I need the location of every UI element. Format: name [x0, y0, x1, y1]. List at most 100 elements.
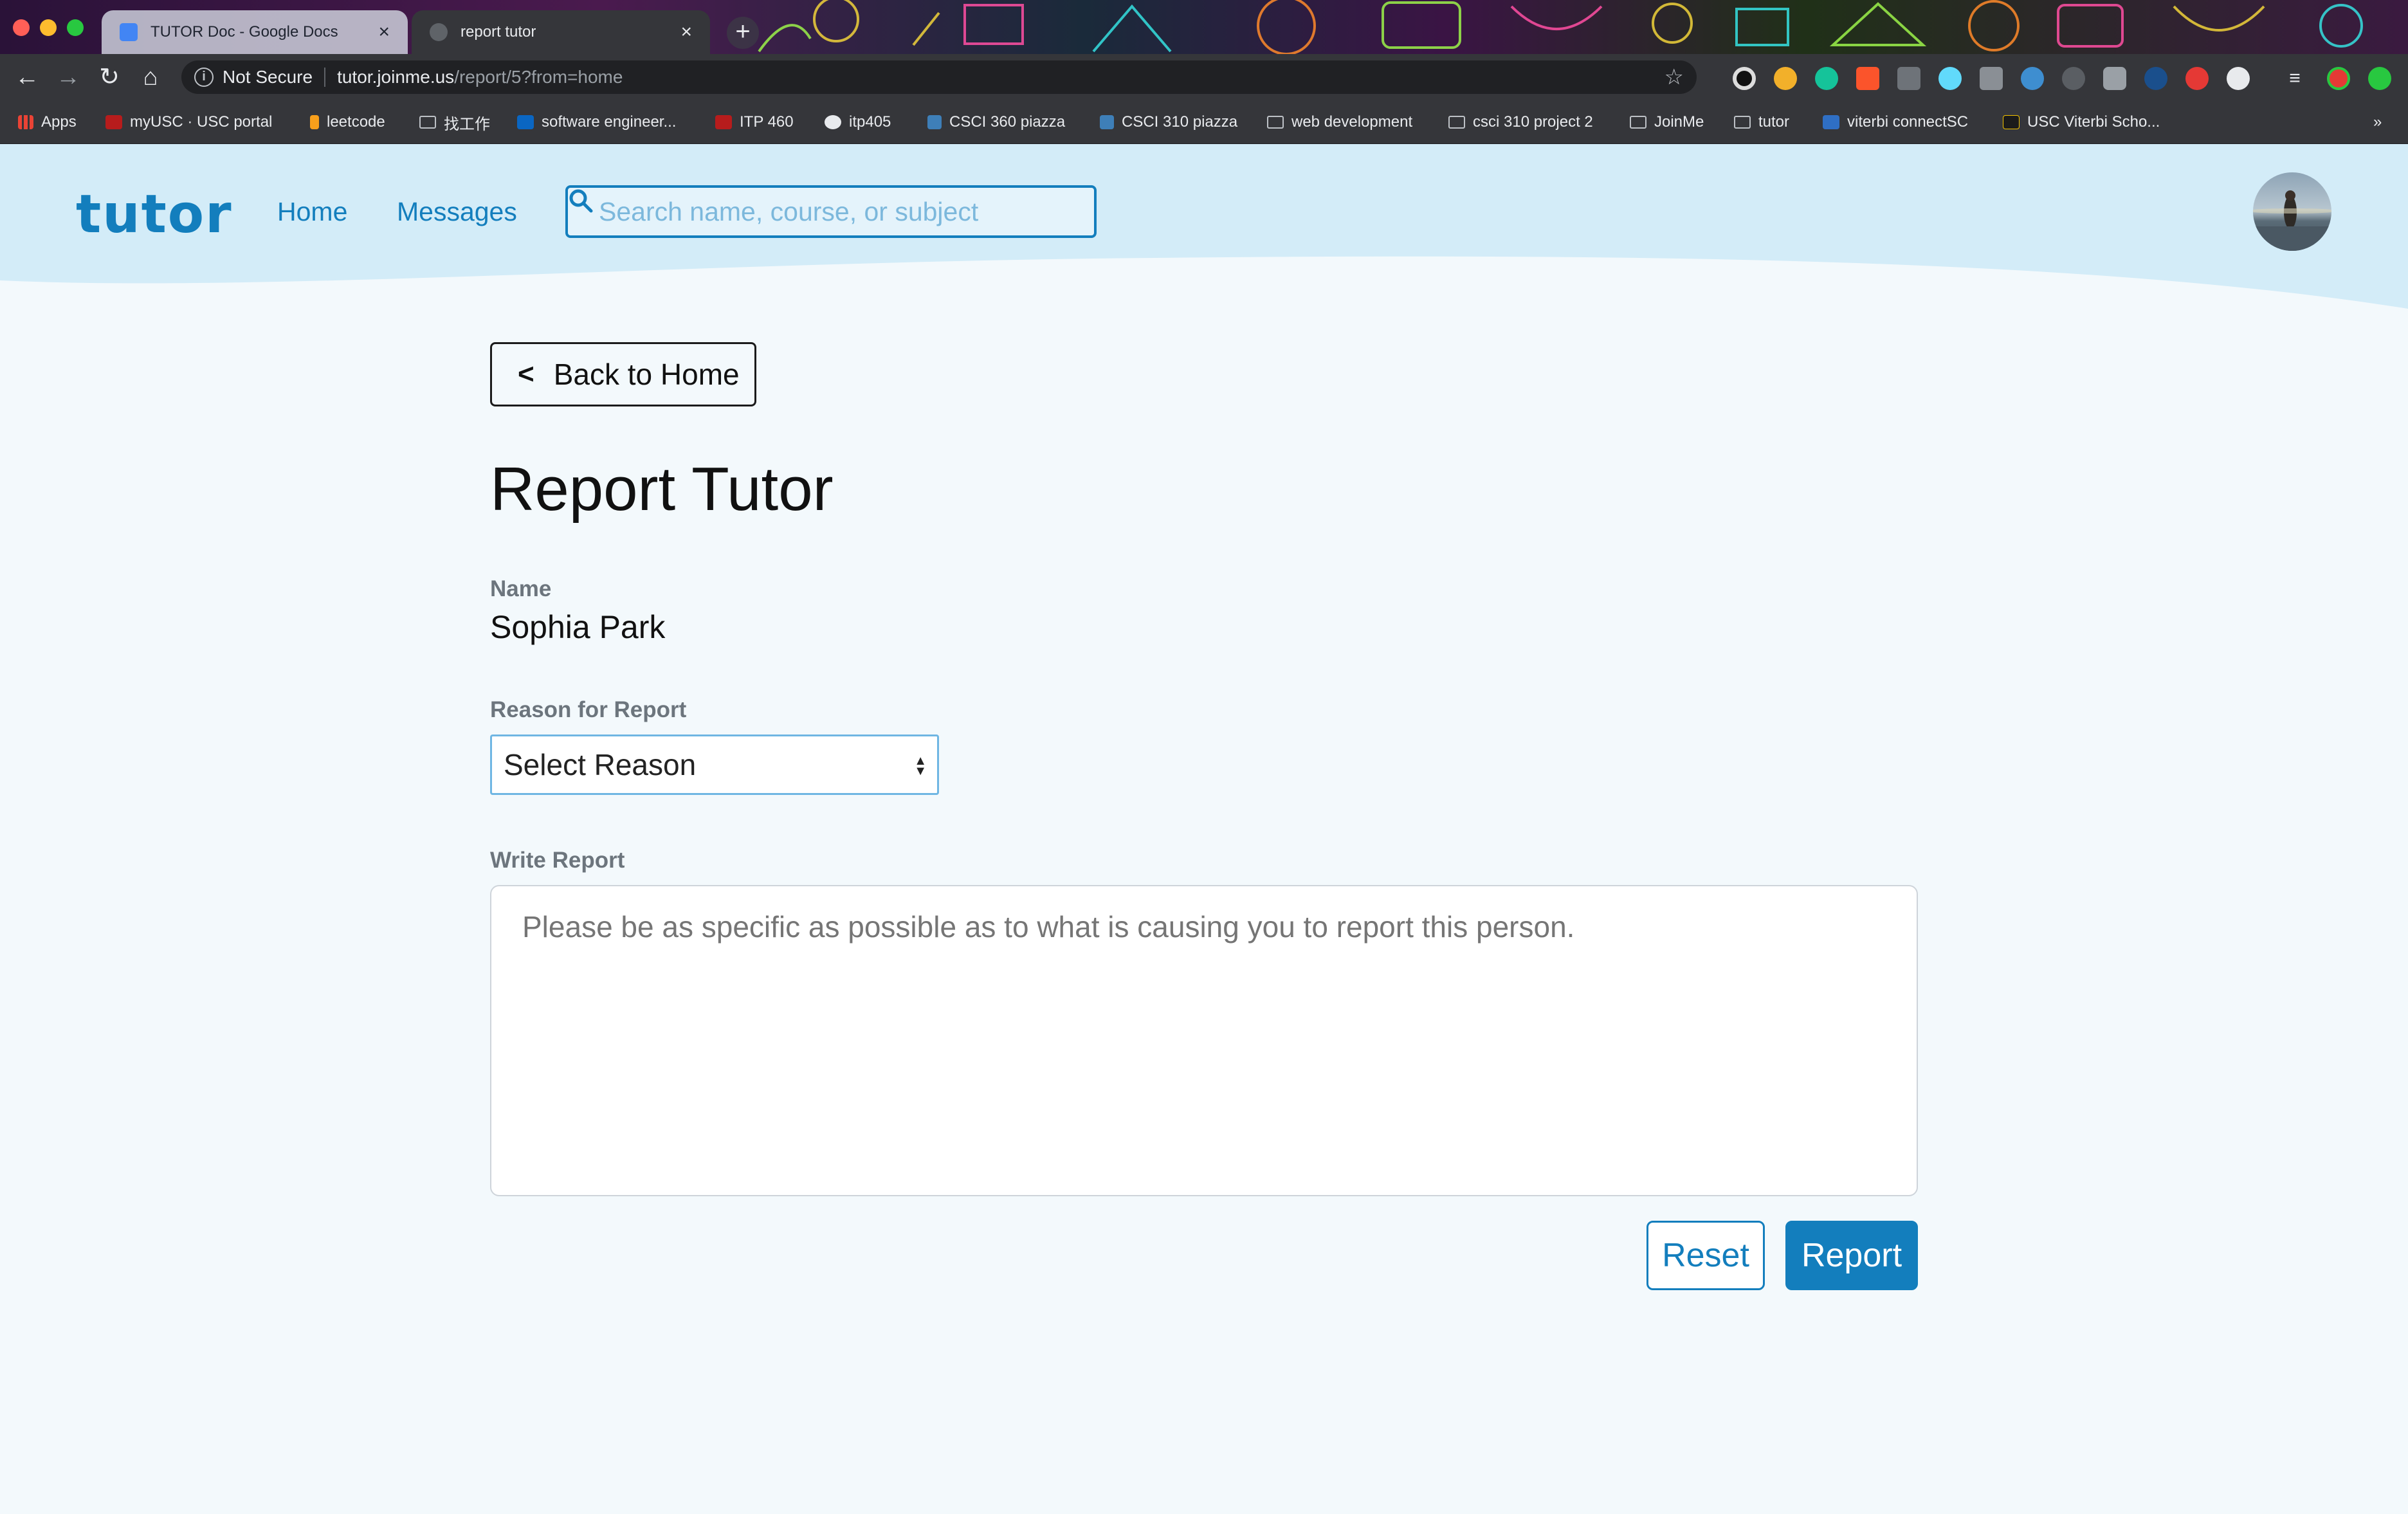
extension-icon[interactable] [2062, 67, 2085, 90]
piazza-icon [927, 115, 942, 129]
info-icon[interactable]: i [194, 68, 214, 87]
reason-select[interactable]: Select Reason ▲ ▼ [490, 734, 939, 795]
bookmark-folder-project2[interactable]: csci 310 project 2 [1448, 111, 1593, 134]
reason-label: Reason for Report [490, 697, 687, 722]
name-label: Name [490, 576, 552, 601]
url-host: tutor.joinme.us [337, 67, 455, 87]
close-window-button[interactable] [13, 19, 30, 36]
bookmark-viterbi-connect[interactable]: viterbi connectSC [1823, 111, 1968, 134]
close-tab-icon[interactable]: × [378, 21, 390, 43]
google-docs-icon [120, 23, 138, 41]
grammarly-icon[interactable] [1815, 67, 1838, 90]
header: tutor Home Messages [0, 144, 2408, 311]
update-icon[interactable] [2368, 67, 2391, 90]
globe-icon [430, 23, 448, 41]
usc-icon [715, 115, 732, 129]
bookmark-usc-viterbi[interactable]: USC Viterbi Scho... [2003, 111, 2160, 134]
reload-icon[interactable]: ↻ [94, 62, 125, 93]
bookmark-linkedin[interactable]: software engineer... [517, 111, 676, 134]
bookmark-label: USC Viterbi Scho... [2027, 113, 2160, 131]
bookmark-label: csci 310 project 2 [1473, 113, 1593, 131]
address-divider [324, 68, 326, 87]
extension-icon[interactable] [1774, 67, 1797, 90]
search-icon [569, 189, 593, 213]
bookmark-label: JoinMe [1654, 113, 1704, 131]
tab-strip: TUTOR Doc - Google Docs × report tutor ×… [0, 0, 2408, 54]
search-input[interactable] [599, 196, 1062, 227]
bookmark-folder-joinme[interactable]: JoinMe [1630, 111, 1704, 134]
bookmark-itp405[interactable]: itp405 [825, 111, 891, 134]
chevron-left-icon: < [518, 358, 534, 390]
extension-icon[interactable] [2185, 67, 2209, 90]
report-button[interactable]: Report [1785, 1221, 1918, 1290]
profile-icon[interactable] [2327, 67, 2350, 90]
home-icon[interactable]: ⌂ [135, 62, 166, 93]
tab-google-docs[interactable]: TUTOR Doc - Google Docs × [102, 10, 408, 54]
brave-icon[interactable] [1856, 67, 1879, 90]
bookmark-label: 找工作 [444, 115, 490, 133]
extension-icon[interactable] [1980, 67, 2003, 90]
avatar-photo [2253, 190, 2331, 251]
new-tab-button[interactable]: + [727, 17, 759, 49]
search-box[interactable] [565, 185, 1097, 238]
url-path: /report/5?from=home [454, 67, 623, 87]
folder-icon [419, 116, 436, 129]
nav-home-link[interactable]: Home [277, 197, 347, 227]
back-to-home-label: Back to Home [553, 358, 740, 391]
viterbi-icon [1823, 115, 1839, 129]
nav-messages-link[interactable]: Messages [397, 197, 517, 227]
react-icon[interactable] [1938, 67, 1962, 90]
bookmark-csci310[interactable]: CSCI 310 piazza [1100, 111, 1237, 134]
tab-report-tutor[interactable]: report tutor × [412, 10, 710, 54]
mail-icon[interactable] [1897, 67, 1920, 90]
reset-button[interactable]: Reset [1646, 1221, 1765, 1290]
bookmark-label: ITP 460 [740, 113, 794, 131]
bookmark-itp460[interactable]: ITP 460 [715, 111, 794, 134]
tab-title: TUTOR Doc - Google Docs [150, 23, 338, 41]
extension-icon[interactable] [2227, 67, 2250, 90]
close-tab-icon[interactable]: × [680, 21, 692, 43]
bookmark-apps[interactable]: Apps [18, 111, 77, 134]
logo-text: tutor [76, 184, 233, 245]
select-arrows-icon: ▲ ▼ [914, 754, 927, 778]
bookmarks-bar: Apps myUSC · USC portal leetcode 找工作 sof… [0, 100, 2408, 144]
avatar[interactable] [2253, 172, 2331, 251]
leetcode-icon [310, 115, 319, 129]
reading-list-icon[interactable]: ≡ [2283, 67, 2306, 90]
bookmark-myusc[interactable]: myUSC · USC portal [105, 111, 272, 134]
bookmark-folder-tutor[interactable]: tutor [1734, 111, 1789, 134]
extension-icon[interactable] [2144, 67, 2167, 90]
linkedin-icon [517, 115, 534, 129]
usc-icon [105, 115, 122, 129]
back-to-home-button[interactable]: < Back to Home [490, 342, 756, 406]
extension-icon[interactable] [2021, 67, 2044, 90]
address-bar[interactable]: i Not Secure tutor.joinme.us /report/5?f… [181, 60, 1697, 94]
bookmark-label: web development [1291, 113, 1413, 131]
bookmark-label: CSCI 360 piazza [949, 113, 1066, 131]
back-arrow-icon[interactable]: ← [12, 62, 42, 93]
bookmark-label: myUSC · USC portal [130, 113, 273, 131]
bookmark-folder-webdev[interactable]: web development [1267, 111, 1412, 134]
maximize-window-button[interactable] [67, 19, 84, 36]
piazza-icon [1100, 115, 1114, 129]
bookmark-label: leetcode [327, 113, 385, 131]
extension-icon[interactable] [1733, 67, 1756, 90]
bookmark-leetcode[interactable]: leetcode [310, 111, 385, 134]
forward-arrow-icon[interactable]: → [53, 62, 84, 93]
bookmark-star-icon[interactable]: ☆ [1665, 64, 1684, 90]
more-bookmarks-button[interactable]: » [2373, 111, 2382, 134]
folder-icon [1734, 116, 1751, 129]
minimize-window-button[interactable] [40, 19, 57, 36]
tutor-logo[interactable]: tutor [76, 184, 233, 245]
folder-icon [1448, 116, 1465, 129]
usc-icon [2003, 115, 2020, 129]
browser-toolbar: ← → ↻ ⌂ i Not Secure tutor.joinme.us /re… [0, 54, 2408, 100]
apps-grid-icon [18, 115, 33, 129]
bookmark-folder-jobs[interactable]: 找工作 [419, 111, 490, 134]
bookmark-label: tutor [1758, 113, 1790, 131]
tab-title: report tutor [461, 23, 536, 41]
tutor-name: Sophia Park [490, 609, 666, 645]
report-textarea[interactable] [490, 885, 1918, 1196]
bookmark-csci360[interactable]: CSCI 360 piazza [927, 111, 1065, 134]
camera-icon[interactable] [2103, 67, 2126, 90]
